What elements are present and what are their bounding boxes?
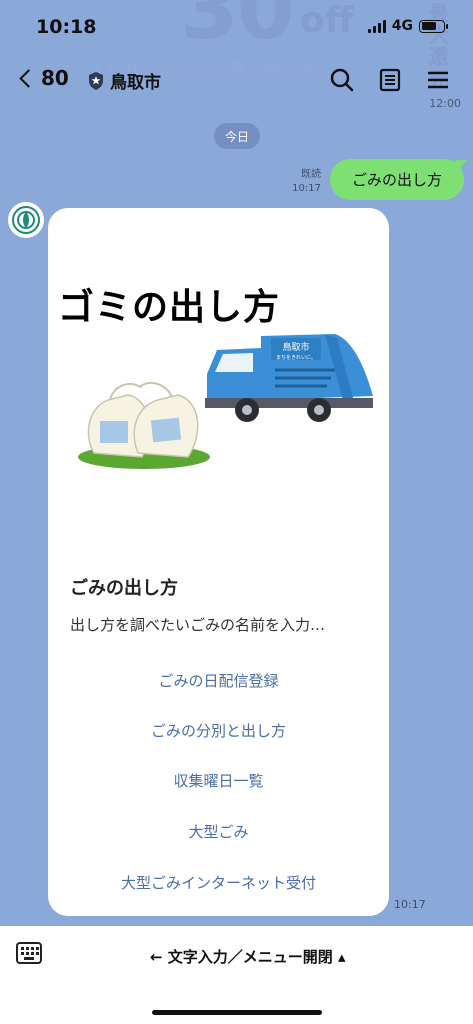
avatar[interactable] bbox=[8, 202, 44, 238]
home-indicator[interactable] bbox=[152, 1010, 322, 1015]
back-button[interactable]: 80 bbox=[18, 66, 69, 90]
status-time: 10:18 bbox=[36, 16, 97, 38]
read-status: 既読 bbox=[301, 169, 321, 180]
action-sorting-guide[interactable]: ごみの分別と出し方 bbox=[48, 720, 389, 741]
outgoing-message[interactable]: ごみの出し方 bbox=[330, 159, 464, 200]
menu-icon[interactable] bbox=[424, 66, 452, 94]
rich-message-card[interactable]: ゴミの出し方 鳥取市 まちをきれいに。 ごみの出し方 出し方を調べたいごみの名前… bbox=[48, 208, 389, 916]
official-badge-icon bbox=[89, 71, 103, 90]
keyboard-icon[interactable] bbox=[16, 942, 42, 964]
city-emblem-icon bbox=[12, 206, 40, 234]
previous-message-time: 12:00 bbox=[429, 97, 461, 110]
action-bulky-waste[interactable]: 大型ごみ bbox=[48, 821, 389, 842]
account-name: 鳥取市 bbox=[110, 73, 161, 93]
incoming-time: 10:17 bbox=[394, 898, 426, 911]
status-bar: 10:18 4G bbox=[0, 0, 473, 54]
signal-icon bbox=[367, 19, 386, 33]
card-title: ごみの出し方 bbox=[70, 578, 178, 599]
unread-count: 80 bbox=[41, 66, 69, 90]
menu-toggle-button[interactable]: ← 文字入力／メニュー開閉 ▴ bbox=[150, 946, 346, 967]
action-collection-schedule[interactable]: 収集曜日一覧 bbox=[48, 770, 389, 791]
truck-slogan: まちをきれいに。 bbox=[276, 354, 316, 361]
date-separator: 今日 bbox=[214, 123, 260, 149]
chat-header: 80 鳥取市 bbox=[0, 54, 473, 106]
hero-title: ゴミの出し方 bbox=[58, 287, 281, 328]
garbage-truck-illustration: 鳥取市 まちをきれいに。 bbox=[205, 334, 373, 422]
battery-icon bbox=[419, 19, 448, 33]
account-title[interactable]: 鳥取市 bbox=[88, 68, 161, 93]
outgoing-time: 10:17 bbox=[292, 183, 321, 194]
notes-icon[interactable] bbox=[376, 66, 404, 94]
search-icon[interactable] bbox=[328, 66, 356, 94]
action-delivery-registration[interactable]: ごみの日配信登録 bbox=[48, 670, 389, 691]
outgoing-meta: 既読 10:17 bbox=[292, 168, 321, 196]
truck-label: 鳥取市 bbox=[282, 341, 309, 353]
card-description: 出し方を調べたいごみの名前を入力… bbox=[70, 616, 326, 634]
chevron-left-icon bbox=[19, 68, 38, 88]
action-bulky-waste-online[interactable]: 大型ごみインターネット受付 bbox=[48, 872, 389, 893]
network-type: 4G bbox=[391, 18, 413, 34]
bottom-bar: ← 文字入力／メニュー開閉 ▴ bbox=[0, 926, 473, 1024]
garbage-bags-illustration bbox=[78, 381, 210, 469]
status-indicators: 4G bbox=[367, 18, 448, 34]
